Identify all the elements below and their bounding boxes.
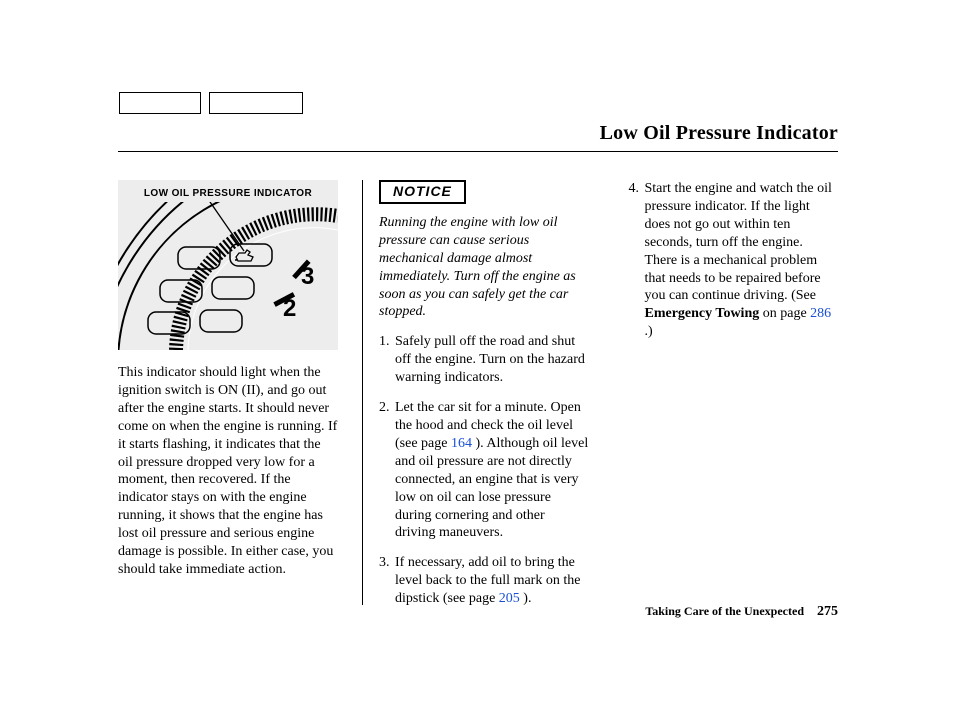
step-number: 2. — [379, 399, 393, 542]
content-columns: LOW OIL PRESSURE INDICATOR — [118, 180, 838, 610]
step-body: Start the engine and watch the oil press… — [645, 180, 839, 341]
footer-page-number: 275 — [817, 604, 838, 619]
diagram-label: LOW OIL PRESSURE INDICATOR — [118, 188, 338, 201]
step-body: Safely pull off the road and shut off th… — [395, 333, 589, 387]
page-link-286[interactable]: 286 — [810, 306, 831, 321]
gauge-illustration: 3 2 — [118, 202, 338, 350]
title-block: Low Oil Pressure Indicator — [118, 122, 838, 152]
footer-section: Taking Care of the Unexpected — [645, 604, 804, 618]
step-2: 2. Let the car sit for a minute. Open th… — [379, 399, 589, 542]
step-1: 1. Safely pull off the road and shut off… — [379, 333, 589, 387]
page-title: Low Oil Pressure Indicator — [118, 122, 838, 151]
header-boxes — [119, 92, 303, 114]
step-3: 3. If necessary, add oil to bring the le… — [379, 554, 589, 608]
intro-paragraph: This indicator should light when the ign… — [118, 364, 338, 579]
step-body: If necessary, add oil to bring the level… — [395, 554, 589, 608]
page-link-205[interactable]: 205 — [499, 591, 520, 606]
steps-list-cont: 4. Start the engine and watch the oil pr… — [629, 180, 839, 341]
emergency-towing-ref: Emergency Towing — [645, 306, 760, 321]
oil-can-icon — [235, 250, 253, 261]
step-body: Let the car sit for a minute. Open the h… — [395, 399, 589, 542]
column-1: LOW OIL PRESSURE INDICATOR — [118, 180, 362, 610]
header-box-2 — [209, 92, 303, 114]
column-2: NOTICE Running the engine with low oil p… — [362, 180, 613, 605]
diagram: LOW OIL PRESSURE INDICATOR — [118, 180, 338, 350]
page-footer: Taking Care of the Unexpected 275 — [645, 604, 838, 620]
header-box-1 — [119, 92, 201, 114]
title-rule — [118, 151, 838, 152]
page-link-164[interactable]: 164 — [451, 436, 472, 451]
step-number: 4. — [629, 180, 643, 341]
steps-list: 1. Safely pull off the road and shut off… — [379, 333, 589, 608]
step-number: 1. — [379, 333, 393, 387]
step-4: 4. Start the engine and watch the oil pr… — [629, 180, 839, 341]
warning-text: Running the engine with low oil pressure… — [379, 214, 589, 321]
page: Low Oil Pressure Indicator LOW OIL PRESS… — [0, 0, 954, 710]
column-3: 4. Start the engine and watch the oil pr… — [613, 180, 839, 605]
step-number: 3. — [379, 554, 393, 608]
notice-box: NOTICE — [379, 180, 466, 204]
